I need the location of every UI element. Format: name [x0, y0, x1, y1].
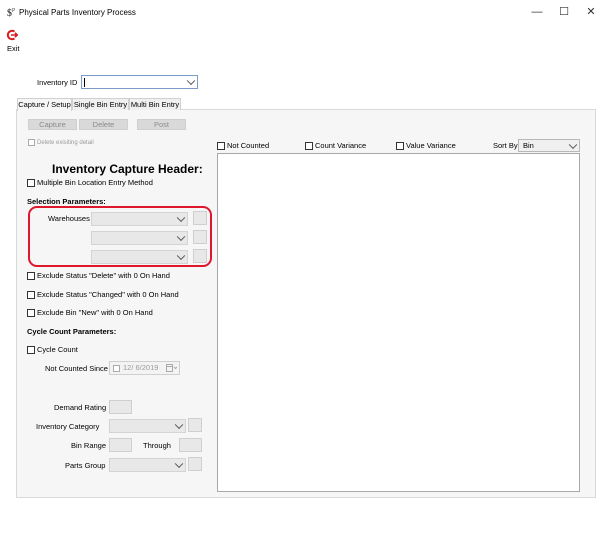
- inventory-category-label: Inventory Category: [36, 422, 100, 431]
- bin-range-label: Bin Range: [71, 441, 107, 450]
- delete-button[interactable]: Delete: [79, 119, 128, 130]
- sort-by-label: Sort By: [493, 141, 518, 150]
- parts-group-combo[interactable]: [109, 458, 186, 472]
- chevron-down-icon: [568, 140, 578, 149]
- exclude-status-changed-checkbox[interactable]: [27, 291, 35, 299]
- highlight-frame: [28, 206, 212, 267]
- parts-group-label: Parts Group: [65, 461, 106, 470]
- chevron-down-icon: [186, 76, 196, 86]
- count-variance-checkbox[interactable]: [305, 142, 313, 150]
- tab-multi-bin-entry[interactable]: Multi Bin Entry: [129, 98, 181, 110]
- not-counted-since-value: 12/ 6/2019: [123, 363, 159, 372]
- exclude-status-delete-checkbox[interactable]: [27, 272, 35, 280]
- multi-bin-method-checkbox[interactable]: [27, 179, 35, 187]
- demand-rating-field[interactable]: [109, 400, 132, 414]
- calendar-dropdown-icon[interactable]: [166, 364, 177, 373]
- demand-rating-label: Demand Rating: [54, 403, 107, 412]
- svg-text:P: P: [12, 8, 16, 14]
- inventory-category-lookup[interactable]: [188, 418, 202, 432]
- cycle-count-checkbox[interactable]: [27, 346, 35, 354]
- capture-header-title: Inventory Capture Header:: [52, 162, 203, 176]
- not-counted-since-date[interactable]: 12/ 6/2019: [109, 361, 180, 375]
- inventory-id-combo[interactable]: [81, 75, 198, 89]
- exclude-status-delete-label: Exclude Status "Delete" with 0 On Hand: [37, 271, 170, 280]
- not-counted-checkbox[interactable]: [217, 142, 225, 150]
- inventory-list[interactable]: [217, 153, 580, 492]
- maximize-button[interactable]: ☐: [554, 4, 574, 20]
- post-button[interactable]: Post: [137, 119, 186, 130]
- minimize-button[interactable]: —: [527, 4, 547, 20]
- delete-existing-checkbox[interactable]: [28, 139, 35, 146]
- chevron-down-icon: [174, 420, 184, 430]
- close-button[interactable]: ✕: [581, 4, 601, 20]
- exclude-bin-new-checkbox[interactable]: [27, 309, 35, 317]
- date-enable-checkbox[interactable]: [113, 365, 120, 372]
- sort-by-value: Bin: [523, 141, 534, 150]
- value-variance-checkbox[interactable]: [396, 142, 404, 150]
- cycle-count-label: Cycle Count: [37, 345, 78, 354]
- delete-existing-label: Delete exisiting detail: [37, 140, 94, 146]
- through-label: Through: [143, 441, 171, 450]
- count-variance-label: Count Variance: [315, 141, 367, 150]
- exit-label[interactable]: Exit: [7, 44, 20, 53]
- cycle-count-parameters-heading: Cycle Count Parameters:: [27, 327, 117, 336]
- capture-button[interactable]: Capture: [28, 119, 77, 130]
- chevron-down-icon: [174, 459, 184, 469]
- not-counted-since-label: Not Counted Since: [45, 364, 108, 373]
- inventory-category-combo[interactable]: [109, 419, 186, 433]
- bin-range-from[interactable]: [109, 438, 132, 452]
- tab-single-bin-entry[interactable]: Single Bin Entry: [72, 98, 129, 110]
- tab-capture-setup[interactable]: Capture / Setup: [17, 98, 72, 111]
- multi-bin-method-label: Multiple Bin Location Entry Method: [37, 178, 153, 187]
- exit-icon[interactable]: [6, 29, 18, 41]
- text-caret: [84, 78, 85, 87]
- inventory-id-label: Inventory ID: [37, 78, 78, 87]
- exclude-bin-new-label: Exclude Bin "New" with 0 On Hand: [37, 308, 153, 317]
- not-counted-label: Not Counted: [227, 141, 270, 150]
- sort-by-combo[interactable]: Bin: [518, 139, 580, 152]
- app-icon: $ P: [7, 8, 16, 17]
- exclude-status-changed-label: Exclude Status "Changed" with 0 On Hand: [37, 290, 179, 299]
- value-variance-label: Value Variance: [406, 141, 456, 150]
- window-title: Physical Parts Inventory Process: [19, 8, 136, 17]
- bin-range-through[interactable]: [179, 438, 202, 452]
- parts-group-lookup[interactable]: [188, 457, 202, 471]
